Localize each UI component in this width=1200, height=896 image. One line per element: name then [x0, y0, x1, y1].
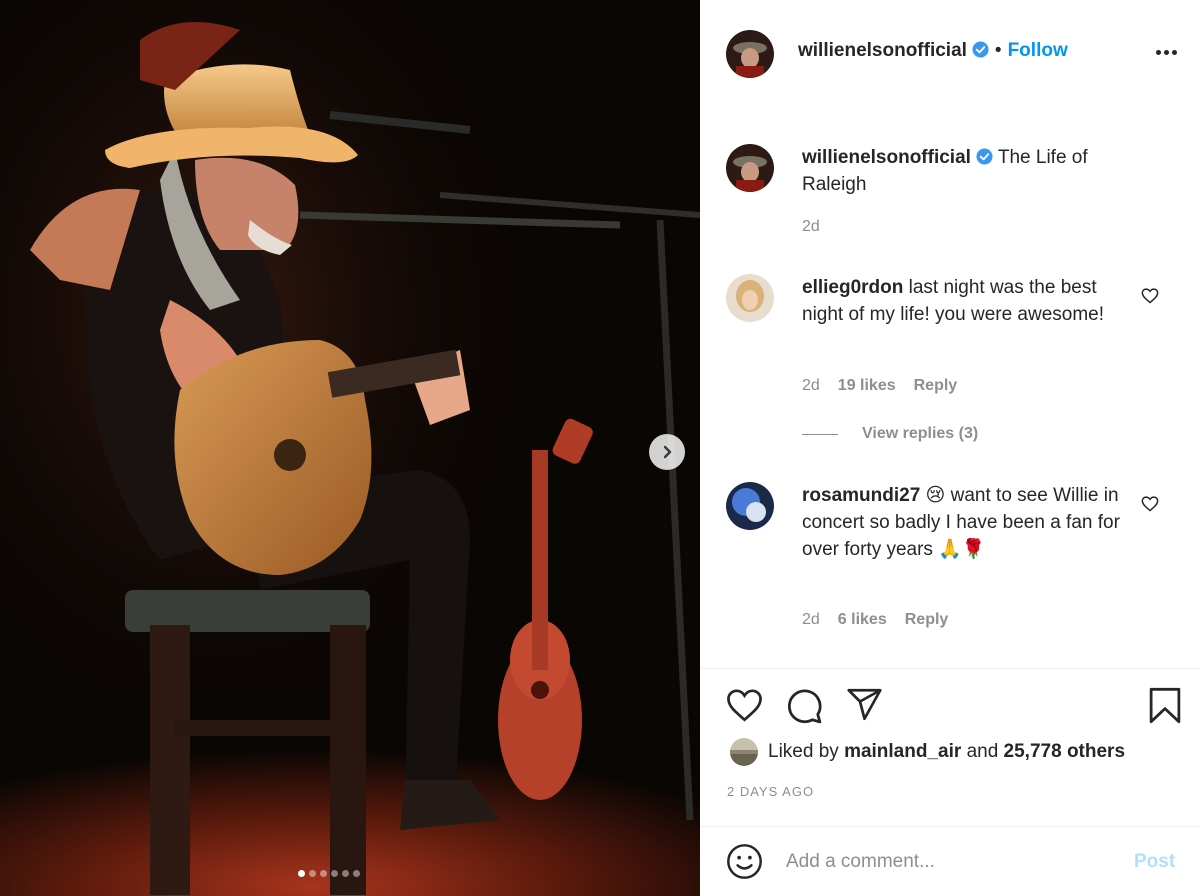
commenter-avatar[interactable]: [726, 274, 774, 322]
comment-likes[interactable]: 19 likes: [838, 377, 896, 395]
comment-time[interactable]: 2d: [802, 377, 820, 395]
more-options-icon[interactable]: [1156, 50, 1177, 55]
comment-time[interactable]: 2d: [802, 611, 820, 629]
view-replies-label: View replies (3): [862, 425, 979, 442]
emoji-smiley-icon[interactable]: [726, 843, 763, 880]
commenter-avatar[interactable]: [726, 482, 774, 530]
comment-text-block: rosamundi27 😢 want to see Willie in conc…: [802, 482, 1142, 563]
author-avatar[interactable]: [726, 30, 774, 78]
comment-item: ellieg0rdon last night was the best nigh…: [726, 274, 1176, 454]
author-avatar-image: [726, 30, 774, 78]
comment-text-block: ellieg0rdon last night was the best nigh…: [802, 274, 1142, 328]
view-replies-button[interactable]: View replies (3): [802, 425, 978, 443]
liked-by-user[interactable]: mainland_air: [844, 741, 961, 763]
carousel-dot: [298, 870, 305, 877]
carousel-dot: [342, 870, 349, 877]
carousel-dot: [309, 870, 316, 877]
commenter-avatar-image: [726, 482, 774, 530]
reply-button[interactable]: Reply: [905, 611, 949, 629]
comment-meta: 2d 6 likes Reply: [802, 611, 948, 629]
next-slide-button[interactable]: [649, 434, 685, 470]
likes-count[interactable]: 25,778 others: [1004, 741, 1125, 763]
post-media[interactable]: [0, 0, 700, 896]
caption-username[interactable]: willienelsonofficial: [802, 147, 971, 168]
post-header: willienelsonofficial • Follow: [700, 0, 1200, 104]
liker-avatar[interactable]: [730, 738, 758, 766]
follow-button[interactable]: Follow: [1008, 40, 1068, 61]
liked-by-summary: Liked by mainland_air and 25,778 others: [730, 738, 1125, 766]
carousel-dot: [331, 870, 338, 877]
verified-badge-icon: [976, 148, 993, 165]
post-actions: [700, 668, 1200, 724]
caption-avatar-image: [726, 144, 774, 192]
caption-meta: 2d: [802, 218, 820, 236]
carousel-dot: [320, 870, 327, 877]
comment-item: rosamundi27 😢 want to see Willie in conc…: [726, 482, 1176, 632]
like-comment-heart-icon[interactable]: [1141, 496, 1159, 512]
verified-badge-icon: [972, 41, 989, 58]
caption-time[interactable]: 2d: [802, 218, 820, 236]
comment-trailing-emoji: 🙏🌹: [938, 539, 986, 560]
caption-avatar[interactable]: [726, 144, 774, 192]
liked-by-conjunction: and: [966, 741, 999, 762]
author-line: willienelsonofficial • Follow: [798, 40, 1068, 62]
caption-block: willienelsonofficial The Life of Raleigh…: [726, 144, 1176, 244]
comment-emoji: 😢: [925, 485, 946, 506]
author-username[interactable]: willienelsonofficial: [798, 40, 967, 61]
header-separator: •: [994, 40, 1002, 61]
post-comment-button[interactable]: Post: [1134, 851, 1175, 873]
commenter-avatar-image: [726, 274, 774, 322]
comment-meta: 2d 19 likes Reply: [802, 377, 957, 395]
carousel-indicator: [298, 870, 360, 877]
concert-photo: [0, 0, 700, 896]
share-send-icon[interactable]: [846, 688, 883, 721]
save-bookmark-icon[interactable]: [1148, 687, 1182, 724]
chevron-right-icon: [663, 445, 672, 459]
caption-text-block: willienelsonofficial The Life of Raleigh: [802, 144, 1142, 198]
liked-by-prefix: Liked by: [768, 741, 839, 762]
comment-bubble-icon[interactable]: [786, 688, 823, 725]
comment-username[interactable]: rosamundi27: [802, 485, 920, 506]
add-comment-bar: Post: [700, 826, 1200, 896]
carousel-dot: [353, 870, 360, 877]
like-comment-heart-icon[interactable]: [1141, 288, 1159, 304]
like-heart-icon[interactable]: [726, 689, 763, 722]
comment-likes[interactable]: 6 likes: [838, 611, 887, 629]
comment-username[interactable]: ellieg0rdon: [802, 277, 903, 298]
comment-input[interactable]: [786, 847, 1116, 877]
post-timestamp[interactable]: 2 DAYS AGO: [727, 784, 814, 799]
replies-divider: [802, 433, 838, 435]
reply-button[interactable]: Reply: [914, 377, 958, 395]
post-side-panel: willienelsonofficial • Follow willienelson…: [700, 0, 1200, 896]
liker-avatar-image: [730, 738, 758, 766]
